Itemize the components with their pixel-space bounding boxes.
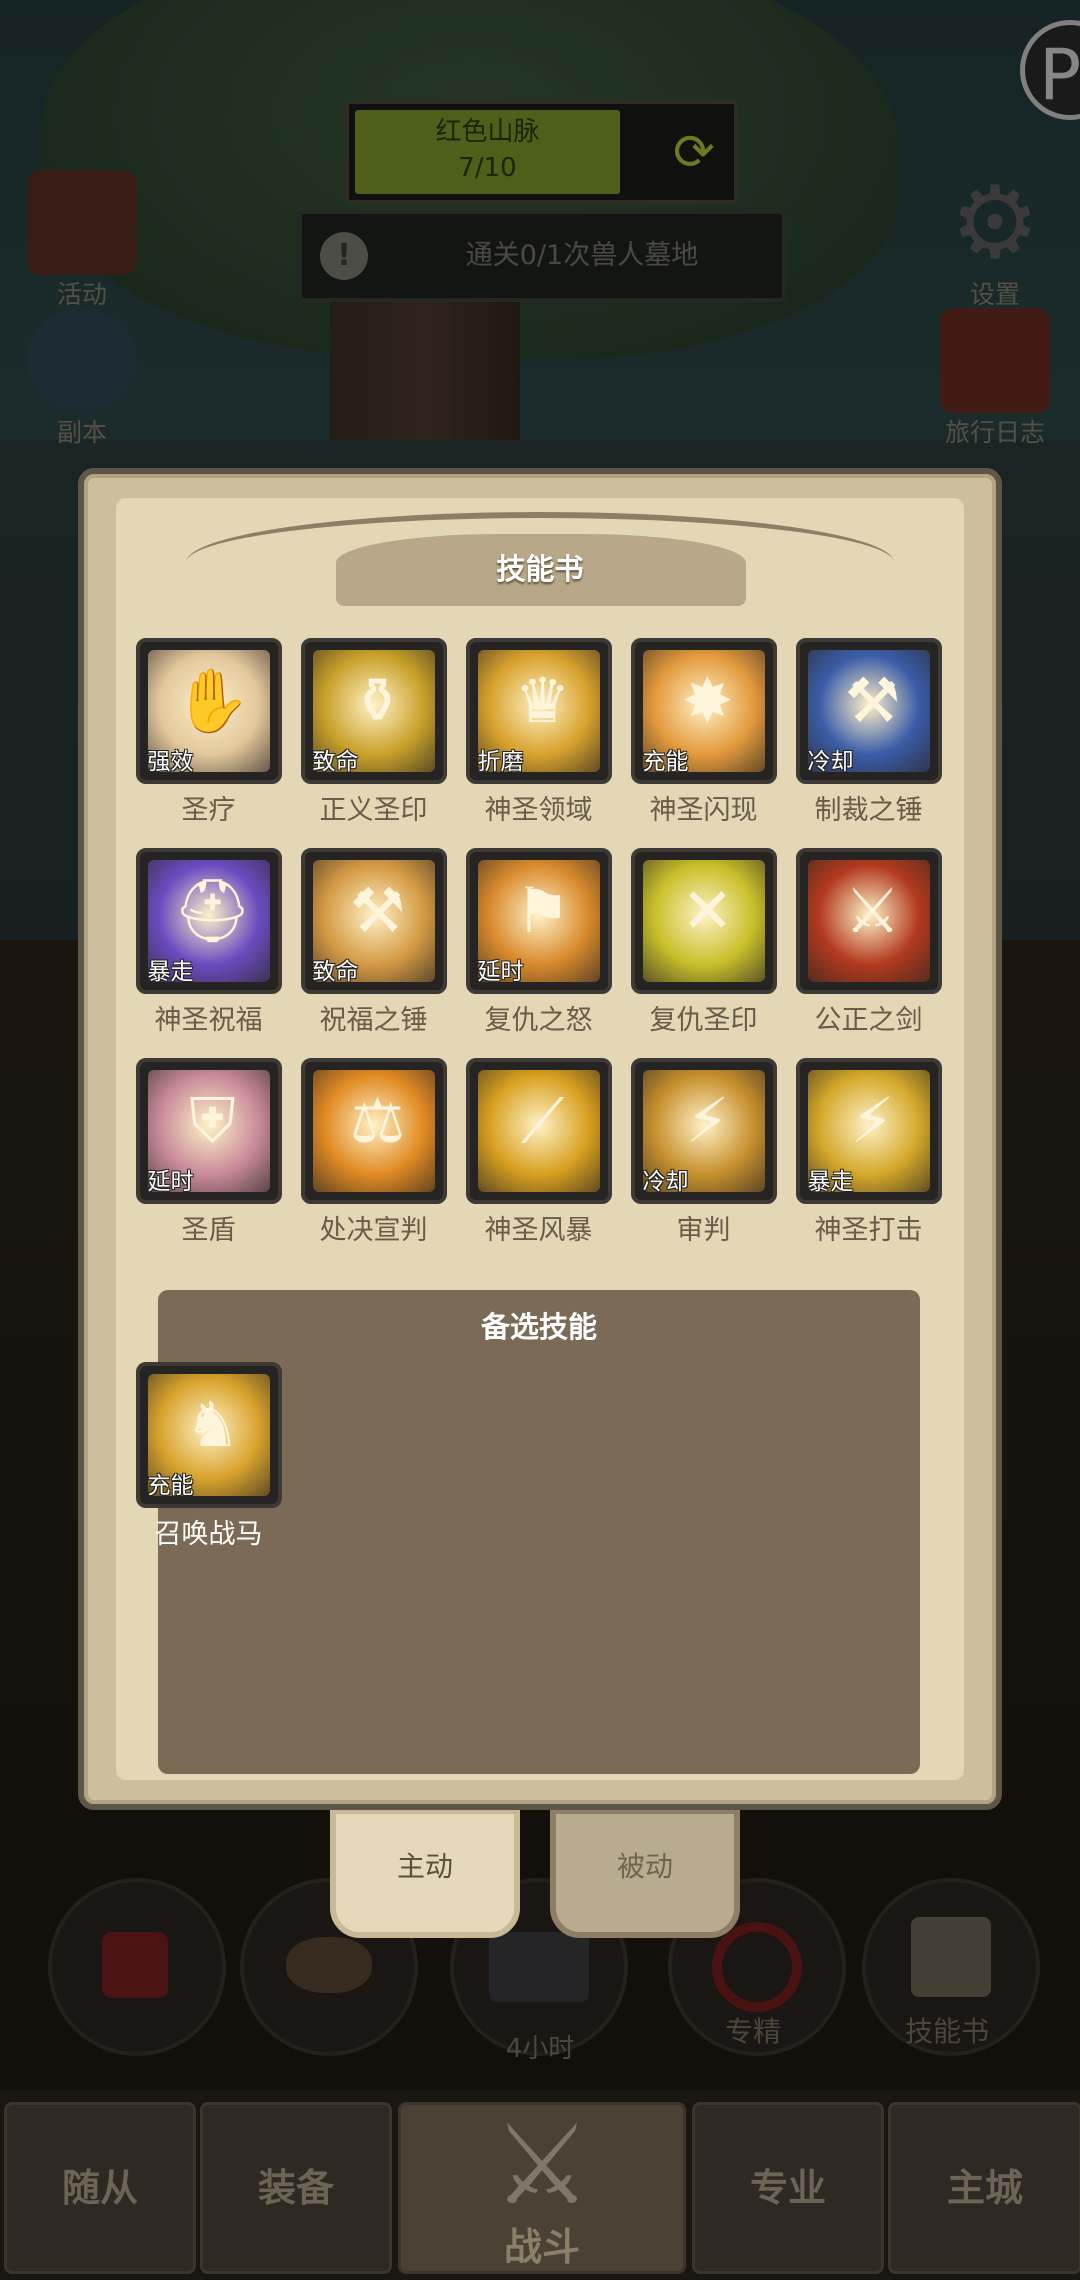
skill-glyph: ✕ (681, 874, 734, 947)
nav-tab-battle-label: 战斗 (503, 2225, 580, 2269)
skill-slot[interactable]: ⚑ 延时复仇之怒 (456, 848, 621, 1037)
skill-icon-frame[interactable]: ✋ 强效 (135, 638, 282, 784)
skill-icon-frame[interactable]: ♞ 充能 (135, 1362, 282, 1508)
skill-name: 神圣祝福 (154, 1005, 263, 1036)
skill-glyph: ⚡ (850, 1084, 895, 1157)
reserve-skills-section: 备选技能 ♞ 充能召唤战马 (135, 1290, 920, 1774)
skill-name: 处决宣判 (319, 1215, 428, 1246)
skill-slot[interactable]: ⛑ 暴走神圣祝福 (126, 848, 291, 1037)
skill-tag: 冷却 (807, 749, 854, 775)
skill-slot[interactable]: ⚡ 冷却审判 (621, 1058, 786, 1247)
skill-name: 审判 (676, 1215, 731, 1246)
skill-slot[interactable]: ⚒ 冷却制裁之锤 (786, 638, 951, 827)
skill-icon-frame[interactable]: ✕ (630, 848, 777, 994)
panel-inner: 技能书 ✋ 强效 圣疗 ⚱ 致命 正义圣印 ♛ 折磨 神圣领域 ✸ 充能 神圣闪现 ⚒ 冷却 制裁之锤 ⛑ 暴走… (116, 498, 964, 1780)
skill-slot[interactable]: ⛨ 延时圣盾 (126, 1058, 291, 1247)
skill-name: 复仇之怒 (484, 1005, 593, 1036)
skill-slot[interactable]: ⚔ 公正之剑 (786, 848, 951, 1037)
skill-slot[interactable]: ⚡ 暴走神圣打击 (786, 1058, 951, 1247)
crossed-swords-icon: ⚔ (492, 2101, 592, 2229)
skill-icon-frame[interactable]: ♛ 折磨 (465, 638, 612, 784)
nav-tab-main-city[interactable]: 主城 (888, 2102, 1080, 2274)
skill-glyph: ⚒ (349, 874, 406, 947)
skill-slot[interactable]: ✋ 强效圣疗 (126, 638, 291, 827)
reserve-title: 备选技能 (480, 1310, 597, 1344)
skill-icon-frame[interactable]: ⚒ 致命 (300, 848, 447, 994)
skill-tag: 延时 (147, 1169, 194, 1195)
skill-tag: 充能 (642, 749, 689, 775)
skill-name: 正义圣印 (319, 795, 428, 826)
skill-glyph: ✸ (681, 664, 734, 737)
skill-name: 祝福之锤 (319, 1005, 428, 1036)
bottom-navigation: 随从 装备 ⚔ 战斗 专业 主城 (0, 2090, 1080, 2280)
panel-title: 技能书 (496, 552, 584, 586)
skill-slot[interactable]: ✕ 复仇圣印 (621, 848, 786, 1037)
skill-icon-frame[interactable]: ✸ 充能 (630, 638, 777, 784)
skill-slot[interactable]: ♛ 折磨神圣领域 (456, 638, 621, 827)
skill-name: 召唤战马 (154, 1519, 263, 1550)
skill-icon-frame[interactable]: ⚱ 致命 (300, 638, 447, 784)
skill-slot[interactable]: ⟋ 神圣风暴 (456, 1058, 621, 1247)
skill-slot[interactable]: ⚖ 处决宣判 (291, 1058, 456, 1247)
skill-glyph: ⚖ (349, 1084, 406, 1157)
skill-icon-frame[interactable]: ⚑ 延时 (465, 848, 612, 994)
skill-book-panel: 技能书 ✋ 强效 圣疗 ⚱ 致命 正义圣印 ♛ 折磨 神圣领域 ✸ 充能 神圣闪现 ⚒ 冷却 制裁之锤 ⛑ 暴走… (78, 468, 1002, 1810)
skill-glyph: ⛨ (189, 1084, 236, 1157)
skill-tag: 强效 (147, 749, 194, 775)
skill-icon-frame[interactable]: ⚡ 冷却 (630, 1058, 777, 1204)
skill-tag: 致命 (312, 959, 359, 985)
skill-tag: 暴走 (147, 959, 194, 985)
skill-slot[interactable]: ⚱ 致命正义圣印 (291, 638, 456, 827)
skill-tag: 折磨 (477, 749, 524, 775)
skill-slot[interactable]: ✸ 充能神圣闪现 (621, 638, 786, 827)
skill-glyph: ⟋ (520, 1084, 565, 1157)
nav-tab-profession[interactable]: 专业 (692, 2102, 884, 2274)
skill-name: 制裁之锤 (814, 795, 923, 826)
tab-active-skills[interactable]: 主动 (330, 1808, 520, 1938)
skill-glyph: ⚒ (844, 664, 901, 737)
vengeance-seal-icon: ✕ (642, 860, 765, 982)
skill-glyph: ♛ (514, 664, 571, 737)
skill-name: 圣疗 (181, 795, 236, 826)
skill-name: 神圣风暴 (484, 1215, 593, 1246)
nav-tab-equipment[interactable]: 装备 (200, 2102, 392, 2274)
skill-name: 公正之剑 (814, 1005, 923, 1036)
skill-name: 神圣领域 (484, 795, 593, 826)
skill-tag: 暴走 (807, 1169, 854, 1195)
skill-icon-frame[interactable]: ⛨ 延时 (135, 1058, 282, 1204)
skill-glyph: ⛑ (173, 874, 252, 947)
skill-glyph: ✋ (173, 664, 252, 737)
skill-glyph: ⚔ (844, 874, 901, 947)
skill-glyph: ♞ (184, 1388, 241, 1461)
skill-name: 圣盾 (181, 1215, 236, 1246)
skill-glyph: ⚡ (685, 1084, 730, 1157)
sword-of-justice-icon: ⚔ (807, 860, 930, 982)
skill-icon-frame[interactable]: ⚡ 暴走 (795, 1058, 942, 1204)
divine-storm-icon: ⟋ (477, 1070, 600, 1192)
skill-slot[interactable]: ♞ 充能召唤战马 (126, 1362, 291, 1551)
skill-icon-frame[interactable]: ⚔ (795, 848, 942, 994)
nav-tab-followers[interactable]: 随从 (4, 2102, 196, 2274)
tab-passive-skills[interactable]: 被动 (550, 1808, 740, 1938)
skill-name: 神圣打击 (814, 1215, 923, 1246)
skill-tag: 冷却 (642, 1169, 689, 1195)
skill-glyph: ⚱ (351, 664, 404, 737)
skill-tag: 致命 (312, 749, 359, 775)
skill-name: 神圣闪现 (649, 795, 758, 826)
skill-slot[interactable]: ⚒ 致命祝福之锤 (291, 848, 456, 1037)
skill-icon-frame[interactable]: ⚖ (300, 1058, 447, 1204)
skill-tag: 充能 (147, 1473, 194, 1499)
nav-tab-battle[interactable]: ⚔ 战斗 (398, 2102, 686, 2274)
skill-icon-frame[interactable]: ⛑ 暴走 (135, 848, 282, 994)
execution-sentence-icon: ⚖ (312, 1070, 435, 1192)
skill-name: 复仇圣印 (649, 1005, 758, 1036)
skill-glyph: ⚑ (514, 874, 571, 947)
skill-icon-frame[interactable]: ⚒ 冷却 (795, 638, 942, 784)
skill-icon-frame[interactable]: ⟋ (465, 1058, 612, 1204)
skill-tag: 延时 (477, 959, 524, 985)
